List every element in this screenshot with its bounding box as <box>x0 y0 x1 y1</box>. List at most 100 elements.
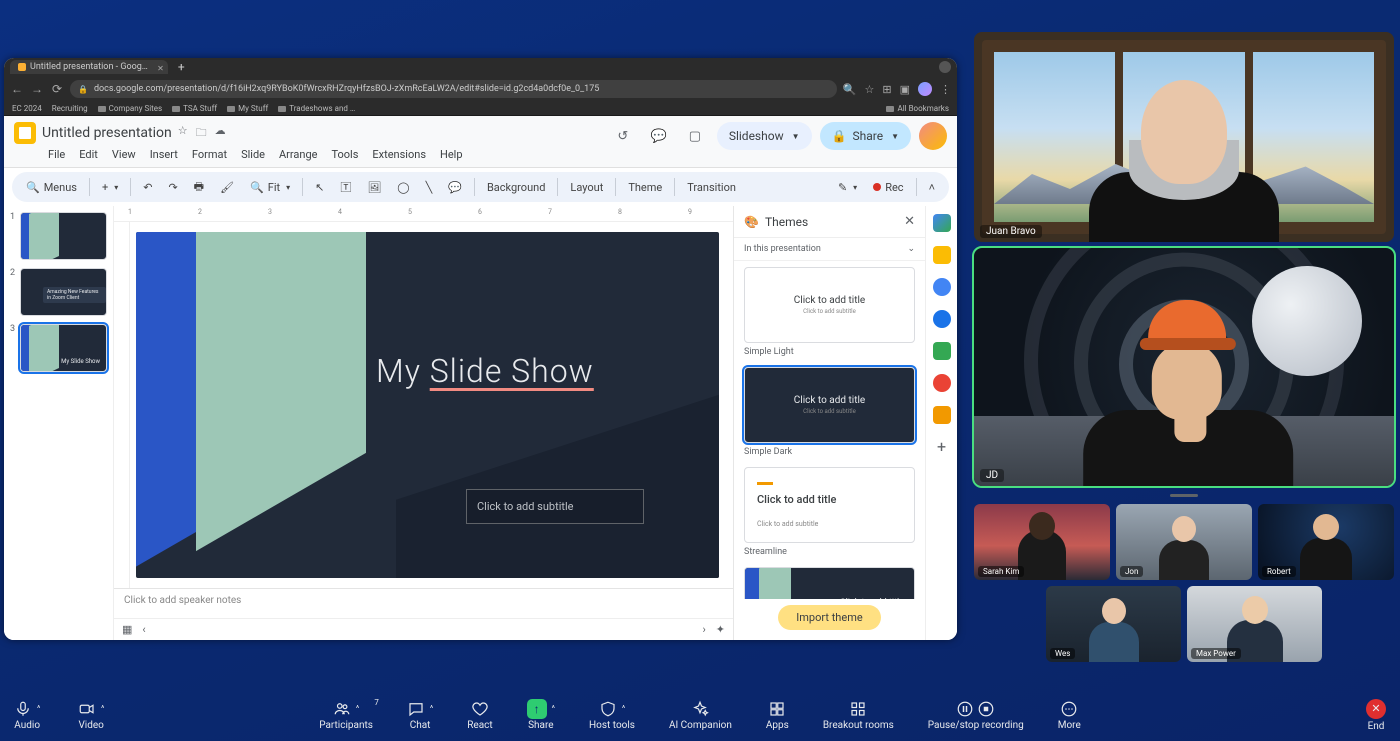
address-bar[interactable]: 🔒 docs.google.com/presentation/d/f16iH2x… <box>70 80 837 98</box>
line-icon[interactable]: ╲ <box>422 179 437 196</box>
import-theme-button[interactable]: Import theme <box>778 605 880 630</box>
close-panel-icon[interactable]: ✕ <box>904 214 915 229</box>
share-screen-button[interactable]: ↑^ Share <box>527 700 555 731</box>
chat-button[interactable]: ^ Chat <box>407 700 433 731</box>
menu-view[interactable]: View <box>112 148 136 161</box>
theme-option-streamline[interactable]: Click to add titleClick to add subtitle … <box>744 467 915 557</box>
tasks-icon[interactable] <box>933 278 951 296</box>
theme-option-simple-light[interactable]: Click to add titleClick to add subtitle … <box>744 267 915 357</box>
google-slides-logo-icon[interactable] <box>14 122 36 144</box>
menu-edit[interactable]: Edit <box>79 148 98 161</box>
chrome-profile-avatar[interactable] <box>918 82 932 96</box>
menu-help[interactable]: Help <box>440 148 463 161</box>
background-button[interactable]: Background <box>483 179 549 196</box>
menu-slide[interactable]: Slide <box>241 148 265 161</box>
gallery-resize-handle[interactable] <box>974 492 1394 498</box>
slide-title-text[interactable]: My Slide Show <box>376 352 594 390</box>
video-tile-large[interactable]: Juan Bravo <box>974 32 1394 242</box>
explore-icon[interactable]: ✦ <box>716 623 725 636</box>
menu-arrange[interactable]: Arrange <box>279 148 317 161</box>
star-icon[interactable]: ☆ <box>178 124 188 143</box>
all-bookmarks-button[interactable]: All Bookmarks <box>886 104 949 113</box>
transition-button[interactable]: Transition <box>683 179 740 196</box>
close-tab-icon[interactable]: ✕ <box>157 62 164 76</box>
shape-icon[interactable]: ◯ <box>393 179 413 196</box>
chevron-down-icon[interactable]: ▼ <box>891 132 899 141</box>
account-avatar[interactable] <box>919 122 947 150</box>
theme-option-simple-dark[interactable]: Click to add titleClick to add subtitle … <box>744 367 915 457</box>
slide-filmstrip[interactable]: 1 2 Amazing New Features in Zoom Client … <box>4 206 114 640</box>
speaker-notes[interactable]: Click to add speaker notes <box>114 588 733 618</box>
react-button[interactable]: React <box>467 700 492 731</box>
calendar-icon[interactable] <box>933 214 951 232</box>
comments-icon[interactable]: 💬 <box>645 122 673 150</box>
version-history-icon[interactable]: ↺ <box>609 122 637 150</box>
image-icon[interactable]: 🖼 <box>363 179 385 196</box>
menu-insert[interactable]: Insert <box>150 148 178 161</box>
get-addons-icon[interactable]: + <box>933 438 951 456</box>
theme-button[interactable]: Theme <box>624 179 666 196</box>
contacts-icon[interactable] <box>933 310 951 328</box>
share-button[interactable]: 🔒Share▼ <box>820 122 911 150</box>
video-button[interactable]: ^ Video <box>78 700 104 731</box>
slide-thumbnail[interactable]: My Slide Show <box>20 324 107 372</box>
new-tab-button[interactable]: + <box>174 60 189 74</box>
new-slide-button[interactable]: + ▾ <box>98 179 122 196</box>
chevron-down-icon[interactable]: ▼ <box>792 132 800 141</box>
redo-icon[interactable]: ↷ <box>164 179 181 196</box>
video-tile-large[interactable]: JD <box>974 248 1394 486</box>
next-slide-icon[interactable]: › <box>702 623 705 636</box>
search-menus-button[interactable]: 🔍 Menus <box>22 179 81 196</box>
keep-icon[interactable] <box>933 246 951 264</box>
in-this-presentation-toggle[interactable]: In this presentation ⌄ <box>734 238 925 261</box>
move-icon[interactable]: 🗀 <box>196 124 207 143</box>
slideshow-button[interactable]: Slideshow▼ <box>717 122 812 150</box>
extensions-icon[interactable]: ⊞ <box>882 83 891 96</box>
select-tool-icon[interactable]: ↖ <box>311 179 328 196</box>
audio-button[interactable]: ^ Audio <box>14 700 40 731</box>
video-tile-small[interactable]: Sarah Kim <box>974 504 1110 580</box>
ai-companion-button[interactable]: AI Companion <box>669 700 732 731</box>
addon-icon[interactable] <box>933 406 951 424</box>
participants-button[interactable]: 7^ Participants <box>319 700 373 731</box>
rec-button[interactable]: Rec <box>869 179 907 196</box>
document-title[interactable]: Untitled presentation <box>42 125 172 141</box>
theme-option-focus[interactable]: Click to add title <box>744 567 915 599</box>
chrome-menu-icon[interactable]: ⋮ <box>940 83 951 96</box>
bookmark-folder[interactable]: TSA Stuff <box>172 104 217 113</box>
browser-tab[interactable]: Untitled presentation - Goog… ✕ <box>10 60 168 74</box>
textbox-icon[interactable]: 🅃 <box>336 177 355 197</box>
search-icon[interactable]: 🔍 <box>843 83 857 96</box>
slide-editor[interactable]: My Slide Show Click to add subtitle <box>130 222 733 588</box>
video-tile-small[interactable]: Jon <box>1116 504 1252 580</box>
pen-icon[interactable]: ✎ ▾ <box>834 179 861 196</box>
more-button[interactable]: More <box>1058 700 1081 731</box>
layout-button[interactable]: Layout <box>566 179 607 196</box>
slide-thumbnail[interactable]: Amazing New Features in Zoom Client <box>20 268 107 316</box>
bookmark-item[interactable]: EC 2024 <box>12 104 42 113</box>
menu-file[interactable]: File <box>48 148 65 161</box>
bookmark-folder[interactable]: Tradeshows and … <box>278 104 355 113</box>
current-slide[interactable]: My Slide Show Click to add subtitle <box>136 232 719 578</box>
menu-extensions[interactable]: Extensions <box>372 148 426 161</box>
print-icon[interactable]: 🖶 <box>190 176 208 199</box>
cast-icon[interactable]: ▣ <box>900 83 910 96</box>
slide-thumbnail[interactable] <box>20 212 107 260</box>
menu-tools[interactable]: Tools <box>331 148 358 161</box>
paint-format-icon[interactable]: 🖌 <box>216 179 238 196</box>
nav-reload-icon[interactable]: ⟳ <box>50 82 64 96</box>
nav-back-icon[interactable]: ← <box>10 82 24 96</box>
bookmark-star-icon[interactable]: ☆ <box>865 83 875 96</box>
comment-icon[interactable]: 💬 <box>444 179 466 196</box>
prev-slide-icon[interactable]: ‹ <box>142 623 145 636</box>
slide-subtitle-placeholder[interactable]: Click to add subtitle <box>466 489 644 524</box>
bookmark-folder[interactable]: Company Sites <box>98 104 163 113</box>
breakout-rooms-button[interactable]: Breakout rooms <box>823 700 894 731</box>
bookmark-item[interactable]: Recruiting <box>52 104 88 113</box>
undo-icon[interactable]: ↶ <box>139 179 156 196</box>
video-tile-small[interactable]: Robert <box>1258 504 1394 580</box>
meet-icon[interactable]: ▢ <box>681 122 709 150</box>
grid-view-icon[interactable]: ▦ <box>122 623 132 636</box>
video-tile-small[interactable]: Max Power <box>1187 586 1322 662</box>
record-button[interactable]: Pause/stop recording <box>928 700 1024 731</box>
